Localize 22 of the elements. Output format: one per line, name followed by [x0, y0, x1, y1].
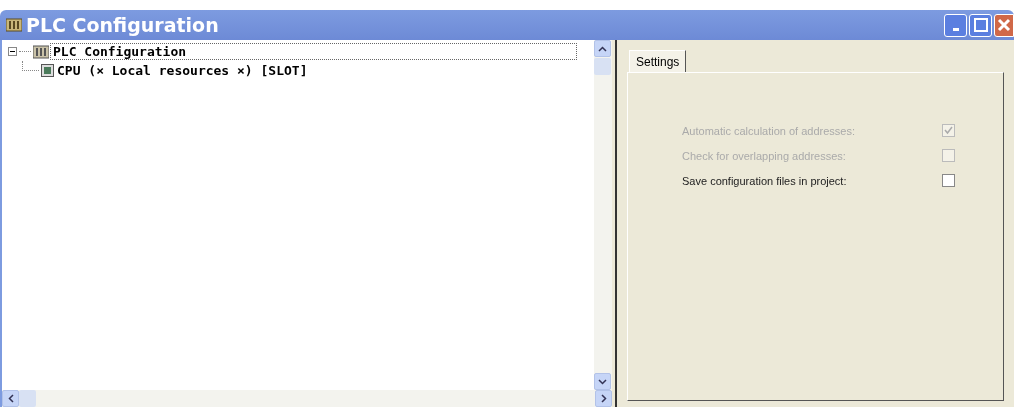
tree-item[interactable]: CPU (× Local resources ×) [SLOT]: [55, 63, 310, 78]
minimize-icon: [952, 27, 959, 31]
tree-item[interactable]: PLC Configuration: [50, 43, 578, 60]
settings-tab[interactable]: Settings: [629, 50, 687, 73]
scroll-thumb[interactable]: [594, 58, 611, 75]
module-icon: [41, 64, 54, 77]
maximize-icon: [973, 18, 988, 32]
minimize-button[interactable]: [944, 13, 967, 37]
rack-icon: [33, 44, 49, 59]
app-icon: [6, 18, 22, 32]
window-title: PLC Configuration: [26, 14, 220, 36]
option-label: Automatic calculation of addresses:: [682, 124, 857, 137]
close-icon: [997, 18, 1011, 32]
option-label: Save configuration files in project:: [682, 174, 848, 187]
close-button[interactable]: [994, 13, 1014, 37]
horizontal-scrollbar[interactable]: [2, 390, 612, 407]
vertical-scrollbar[interactable]: [594, 40, 612, 390]
checkbox[interactable]: [942, 174, 955, 187]
maximize-button[interactable]: [969, 13, 992, 37]
scroll-thumb[interactable]: [19, 390, 36, 407]
collapse-icon[interactable]: [8, 47, 17, 56]
option-label: Check for overlapping addresses:: [682, 149, 847, 162]
